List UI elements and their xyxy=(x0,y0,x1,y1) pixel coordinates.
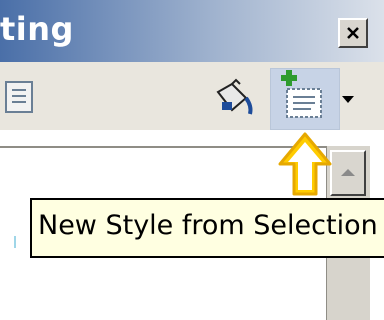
fill-format-mode-button[interactable] xyxy=(208,76,258,122)
fill-format-icon xyxy=(216,78,253,115)
title-bar[interactable]: ting xyxy=(0,0,384,62)
document-icon xyxy=(5,81,33,113)
new-style-from-selection-button[interactable] xyxy=(270,68,340,130)
style-category-button[interactable] xyxy=(0,76,40,118)
tooltip: New Style from Selection xyxy=(30,198,384,258)
tooltip-text: New Style from Selection xyxy=(38,210,378,241)
stylist-window: ting New Style from Selection xyxy=(0,0,384,320)
window-title: ting xyxy=(0,10,74,48)
list-item-marker xyxy=(14,236,16,248)
close-icon xyxy=(347,27,359,39)
close-button[interactable] xyxy=(338,18,368,48)
new-style-from-selection-icon xyxy=(281,70,322,118)
dropdown-arrow-icon[interactable] xyxy=(342,96,354,103)
highlight-arrow-icon xyxy=(278,132,332,196)
